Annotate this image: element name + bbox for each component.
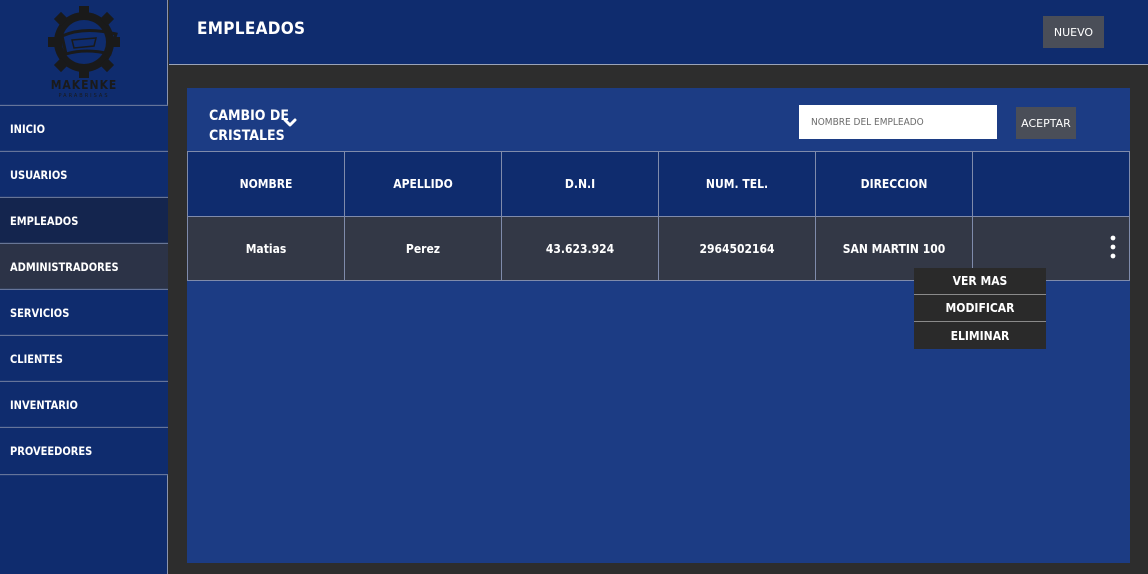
brand-subtitle: PARABRISAS: [58, 93, 110, 99]
sidebar-nav: INICIO USUARIOS EMPLEADOS ADMINISTRADORE…: [0, 104, 168, 476]
sidebar-item-proveedores[interactable]: PROVEEDORES: [0, 426, 168, 476]
panel-toolbar: CAMBIO DE CRISTALES ACEPTAR: [187, 88, 1130, 152]
page-title: EMPLEADOS: [197, 19, 306, 39]
column-header-nombre[interactable]: NOMBRE: [187, 151, 345, 217]
column-header-actions: [972, 151, 1130, 217]
sidebar: MAKENKE PARABRISAS INICIO USUARIOS EMPLE…: [0, 0, 168, 574]
row-actions-menu: VER MAS MODIFICAR ELIMINAR: [914, 268, 1046, 349]
employee-search-input[interactable]: [799, 105, 997, 139]
sidebar-item-clientes[interactable]: CLIENTES: [0, 334, 168, 384]
sidebar-item-inicio[interactable]: INICIO: [0, 104, 168, 154]
brand-logo[interactable]: MAKENKE PARABRISAS: [0, 0, 168, 106]
page-header: EMPLEADOS NUEVO: [169, 0, 1148, 65]
column-header-direccion[interactable]: DIRECCION: [815, 151, 973, 217]
column-header-apellido[interactable]: APELLIDO: [344, 151, 502, 217]
menu-item-ver-mas[interactable]: VER MAS: [914, 268, 1046, 295]
category-dropdown-label[interactable]: CAMBIO DE CRISTALES: [209, 106, 289, 146]
cell-apellido: Perez: [344, 216, 502, 281]
sidebar-item-inventario[interactable]: INVENTARIO: [0, 380, 168, 430]
brand-name: MAKENKE: [50, 78, 118, 92]
sidebar-item-usuarios[interactable]: USUARIOS: [0, 150, 168, 200]
menu-item-eliminar[interactable]: ELIMINAR: [914, 322, 1046, 349]
sidebar-item-empleados[interactable]: EMPLEADOS: [0, 196, 168, 246]
accept-button[interactable]: ACEPTAR: [1016, 107, 1076, 139]
new-button[interactable]: NUEVO: [1043, 16, 1104, 48]
column-header-dni[interactable]: D.N.I: [501, 151, 659, 217]
chevron-down-icon[interactable]: [283, 118, 297, 128]
gear-windshield-icon: [48, 6, 120, 78]
cell-dni: 43.623.924: [501, 216, 659, 281]
menu-item-modificar[interactable]: MODIFICAR: [914, 295, 1046, 322]
column-header-tel[interactable]: NUM. TEL.: [658, 151, 816, 217]
cell-nombre: Matias: [187, 216, 345, 281]
table-header-row: NOMBRE APELLIDO D.N.I NUM. TEL. DIRECCIO…: [187, 151, 1130, 217]
sidebar-item-servicios[interactable]: SERVICIOS: [0, 288, 168, 338]
employees-table: NOMBRE APELLIDO D.N.I NUM. TEL. DIRECCIO…: [187, 151, 1130, 281]
cell-tel: 2964502164: [658, 216, 816, 281]
sidebar-item-administradores[interactable]: ADMINISTRADORES: [0, 242, 168, 292]
kebab-menu-icon[interactable]: [1110, 235, 1116, 259]
